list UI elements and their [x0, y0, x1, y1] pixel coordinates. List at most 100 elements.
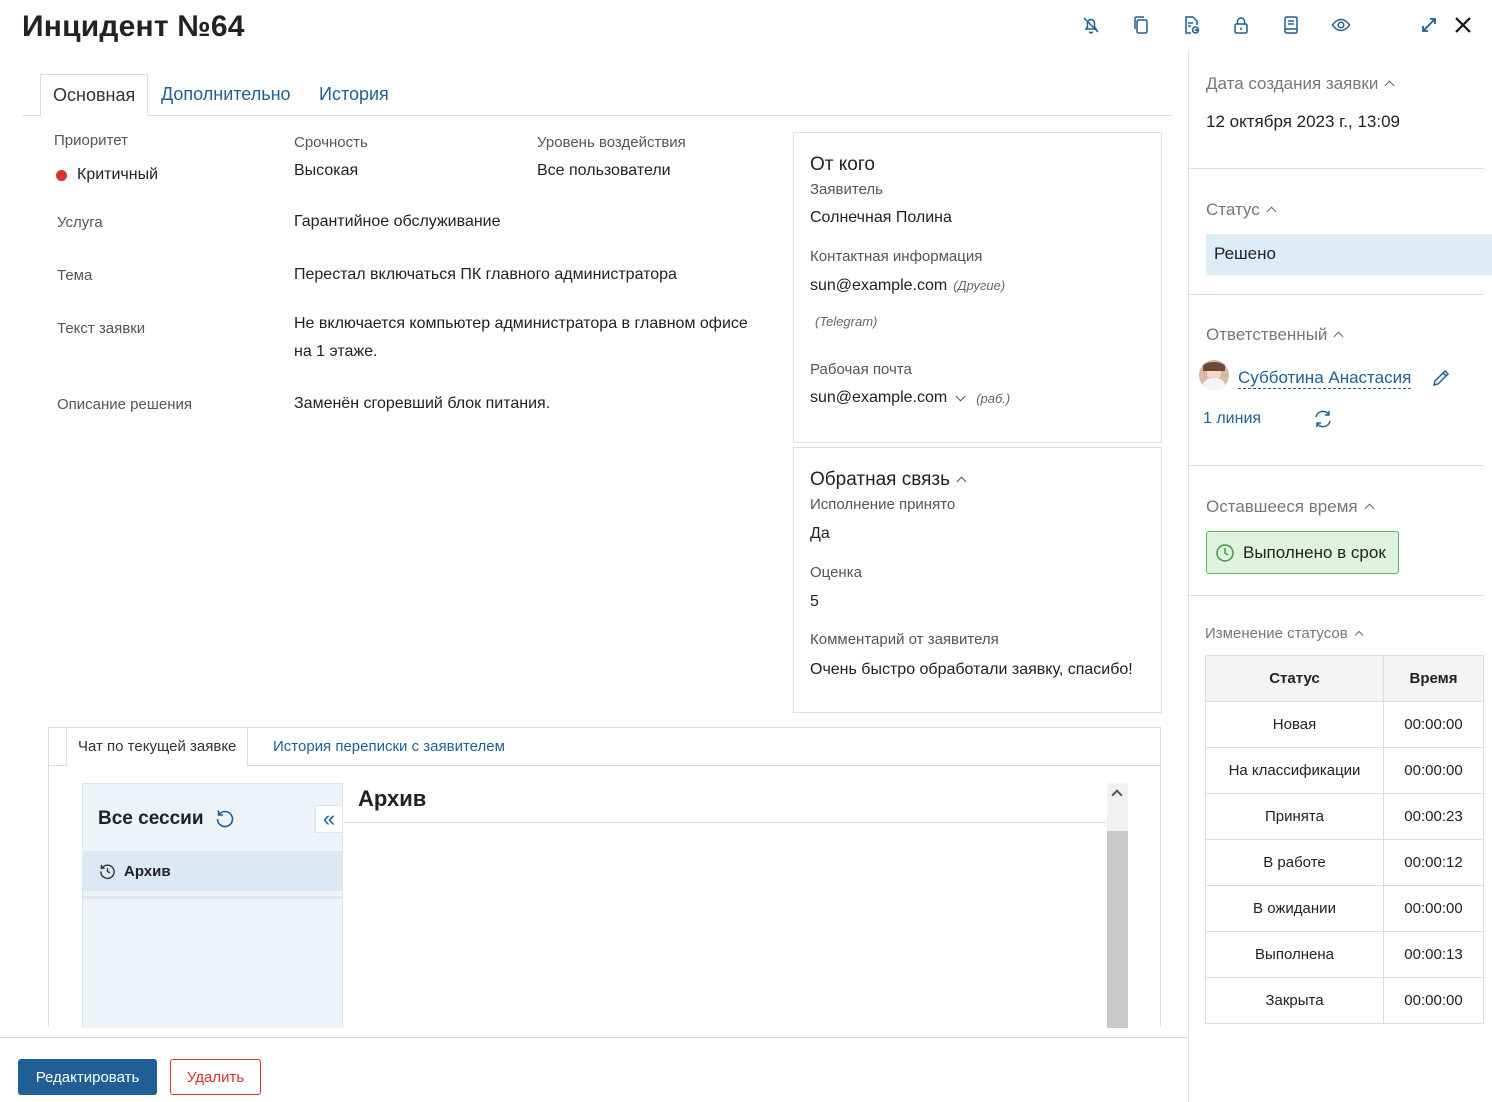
- archive-title: Архив: [358, 786, 427, 811]
- feedback-panel: Обратная связь Исполнение принято Да Оце…: [793, 447, 1162, 713]
- status-cell: Закрыта: [1205, 977, 1384, 1024]
- accepted-label: Исполнение принято: [810, 496, 956, 513]
- feedback-header[interactable]: Обратная связь: [810, 469, 967, 491]
- status-changes-header[interactable]: Изменение статусов: [1205, 625, 1363, 642]
- rating-value: 5: [810, 593, 819, 610]
- status-cell: В работе: [1205, 839, 1384, 886]
- table-row: На классификации 00:00:00: [1205, 747, 1484, 794]
- session-divider: [83, 896, 342, 899]
- work-email-value: sun@example.com: [810, 389, 948, 406]
- responsible-link[interactable]: Субботина Анастасия: [1238, 368, 1412, 389]
- service-link[interactable]: Гарантийное обслуживание: [294, 213, 501, 231]
- accepted-value: Да: [810, 525, 830, 542]
- comment-value: Очень быстро обработали заявку, спасибо!: [810, 661, 1133, 678]
- tab-history[interactable]: История: [307, 74, 401, 116]
- work-email-label: Рабочая почта: [810, 361, 912, 378]
- topic-value: Перестал включаться ПК главного админист…: [294, 266, 677, 283]
- edit-button[interactable]: Редактировать: [18, 1059, 157, 1095]
- chevron-up-icon: [1364, 503, 1375, 513]
- contact-label: Контактная информация: [810, 248, 983, 265]
- text-value-line: на 1 этаже.: [294, 343, 378, 360]
- urgency-value: Высокая: [294, 162, 359, 179]
- close-icon[interactable]: [1452, 14, 1474, 36]
- solution-label: Описание решения: [57, 396, 193, 413]
- tab-chat-history[interactable]: История переписки с заявителем: [273, 738, 505, 755]
- history-icon: [100, 864, 115, 879]
- sidebar-separator: [1188, 294, 1484, 295]
- session-item-label: Архив: [124, 862, 171, 880]
- toolbar: [1080, 14, 1352, 36]
- bell-off-icon[interactable]: [1080, 14, 1102, 36]
- created-value: 12 октября 2023 г., 13:09: [1206, 112, 1401, 131]
- impact-link[interactable]: Все пользователи: [537, 162, 671, 180]
- copy-icon[interactable]: [1130, 14, 1152, 36]
- time-cell: 00:00:12: [1383, 839, 1484, 886]
- clock-icon: [1216, 543, 1234, 562]
- export-document-icon[interactable]: [1180, 14, 1202, 36]
- lock-icon[interactable]: [1230, 14, 1252, 36]
- service-label: Услуга: [57, 214, 103, 231]
- scrollbar-thumb[interactable]: [1107, 831, 1128, 1028]
- created-label: Дата создания заявки: [1206, 74, 1379, 93]
- chat-widget: Чат по текущей заявке История переписки …: [48, 727, 1161, 1028]
- topic-label: Тема: [57, 267, 93, 284]
- refresh-icon[interactable]: [1312, 408, 1334, 435]
- text-value: Не включается компьютер администратора в…: [294, 310, 748, 366]
- status-cell: На классификации: [1205, 747, 1384, 794]
- avatar: [1199, 360, 1229, 390]
- contact-telegram: (Telegram): [815, 314, 878, 329]
- tab-bar: Основная Дополнительно История: [22, 74, 1172, 116]
- status-cell: Выполнена: [1205, 931, 1384, 978]
- time-cell: 00:00:00: [1383, 701, 1484, 748]
- contact-row: sun@example.com (Другие): [810, 277, 1005, 295]
- contact-email-link[interactable]: sun@example.com: [810, 277, 947, 295]
- delete-button[interactable]: Удалить: [170, 1059, 261, 1095]
- status-cell: Принята: [1205, 793, 1384, 840]
- scroll-up-icon[interactable]: [1111, 789, 1123, 801]
- remaining-header[interactable]: Оставшееся время: [1206, 497, 1375, 517]
- notebook-icon[interactable]: [1280, 14, 1302, 36]
- from-panel: От кого Заявитель Солнечная Полина Конта…: [793, 132, 1162, 443]
- table-row: В ожидании 00:00:00: [1205, 885, 1484, 932]
- session-item-archive[interactable]: Архив: [83, 851, 342, 891]
- responsible-header[interactable]: Ответственный: [1206, 325, 1344, 345]
- chevron-up-icon: [1266, 206, 1277, 216]
- time-cell: 00:00:23: [1383, 793, 1484, 840]
- table-row: Выполнена 00:00:13: [1205, 931, 1484, 978]
- pencil-icon[interactable]: [1430, 367, 1452, 394]
- solution-value: Заменён сгоревший блок питания.: [294, 395, 551, 412]
- created-header[interactable]: Дата создания заявки: [1206, 74, 1395, 94]
- scrollbar[interactable]: [1107, 783, 1128, 1028]
- sessions-panel: Все сессии « Архив: [82, 783, 343, 1028]
- responsible-label: Ответственный: [1206, 325, 1328, 344]
- remaining-label: Оставшееся время: [1206, 497, 1358, 516]
- remaining-badge: Выполнено в срок: [1206, 531, 1399, 574]
- tab-additional[interactable]: Дополнительно: [149, 74, 303, 116]
- refresh-icon[interactable]: [214, 808, 236, 835]
- collapse-double-chevron-icon[interactable]: «: [315, 805, 343, 833]
- applicant-link[interactable]: Солнечная Полина: [810, 209, 952, 227]
- status-changes-label: Изменение статусов: [1205, 625, 1348, 642]
- eye-icon[interactable]: [1330, 14, 1352, 36]
- text-value-line: Не включается компьютер администратора в…: [294, 315, 748, 332]
- column-header: Время: [1383, 655, 1484, 702]
- text-label: Текст заявки: [57, 320, 146, 337]
- expand-icon[interactable]: [1418, 14, 1440, 36]
- time-cell: 00:00:00: [1383, 747, 1484, 794]
- footer-divider: [0, 1037, 1188, 1038]
- status-label: Статус: [1206, 200, 1260, 219]
- responsible-line-link[interactable]: 1 линия: [1203, 410, 1261, 428]
- rating-label: Оценка: [810, 564, 862, 581]
- tab-main[interactable]: Основная: [40, 74, 149, 116]
- impact-label: Уровень воздействия: [537, 134, 686, 151]
- chevron-down-icon[interactable]: [955, 391, 966, 401]
- priority-value: Критичный: [56, 166, 158, 184]
- status-badge: Решено: [1206, 234, 1492, 275]
- chevron-up-icon: [1333, 331, 1344, 341]
- status-header[interactable]: Статус: [1206, 200, 1277, 220]
- chevron-up-icon: [956, 476, 967, 486]
- tab-current-chat[interactable]: Чат по текущей заявке: [66, 728, 249, 766]
- critical-dot-icon: [56, 169, 67, 181]
- sidebar-divider: [1188, 50, 1189, 1102]
- sidebar-separator: [1188, 168, 1484, 169]
